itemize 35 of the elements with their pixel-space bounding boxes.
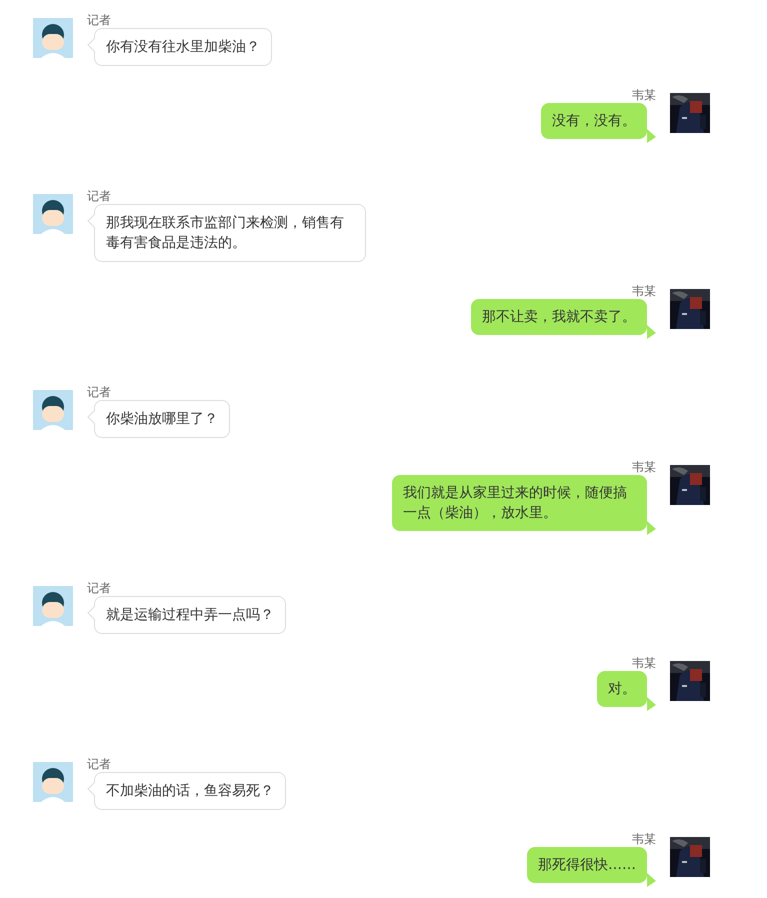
message-bubble: 不加柴油的话，鱼容易死？ xyxy=(94,772,286,810)
bubble-tail xyxy=(87,606,95,620)
bubble-tail xyxy=(647,873,656,887)
bubble-tail xyxy=(647,129,656,143)
message-bubble: 你柴油放哪里了？ xyxy=(94,400,230,438)
message-bubble: 我们就是从家里过来的时候，随便搞一点（柴油），放水里。 xyxy=(392,475,647,531)
bubble-tail xyxy=(87,38,95,52)
avatar-icon xyxy=(33,390,73,430)
bubble-tail xyxy=(647,521,656,535)
message-bubble: 对。 xyxy=(597,671,647,707)
avatar-icon xyxy=(33,762,73,802)
sender-name: 韦某 xyxy=(632,831,656,847)
sender-name: 记者 xyxy=(87,756,111,772)
sender-name: 记者 xyxy=(87,580,111,596)
message-bubble: 那死得很快…… xyxy=(527,847,647,883)
sender-name: 记者 xyxy=(87,12,111,28)
message-bubble: 就是运输过程中弄一点吗？ xyxy=(94,596,286,634)
message-bubble: 没有，没有。 xyxy=(541,103,647,139)
sender-name: 韦某 xyxy=(632,655,656,671)
avatar-icon xyxy=(33,18,73,58)
avatar-icon xyxy=(33,586,73,626)
bubble-tail xyxy=(87,410,95,424)
sender-name: 记者 xyxy=(87,188,111,204)
avatar-icon xyxy=(33,194,73,234)
sender-name: 韦某 xyxy=(632,87,656,103)
message-bubble: 那不让卖，我就不卖了。 xyxy=(471,299,647,335)
sender-name: 记者 xyxy=(87,384,111,400)
bubble-tail xyxy=(647,325,656,339)
message-bubble: 你有没有往水里加柴油？ xyxy=(94,28,272,66)
sender-name: 韦某 xyxy=(632,283,656,299)
bubble-tail xyxy=(87,782,95,796)
bubble-tail xyxy=(87,214,95,228)
sender-name: 韦某 xyxy=(632,459,656,475)
bubble-tail xyxy=(647,697,656,711)
message-bubble: 那我现在联系市监部门来检测，销售有毒有害食品是违法的。 xyxy=(94,204,366,262)
